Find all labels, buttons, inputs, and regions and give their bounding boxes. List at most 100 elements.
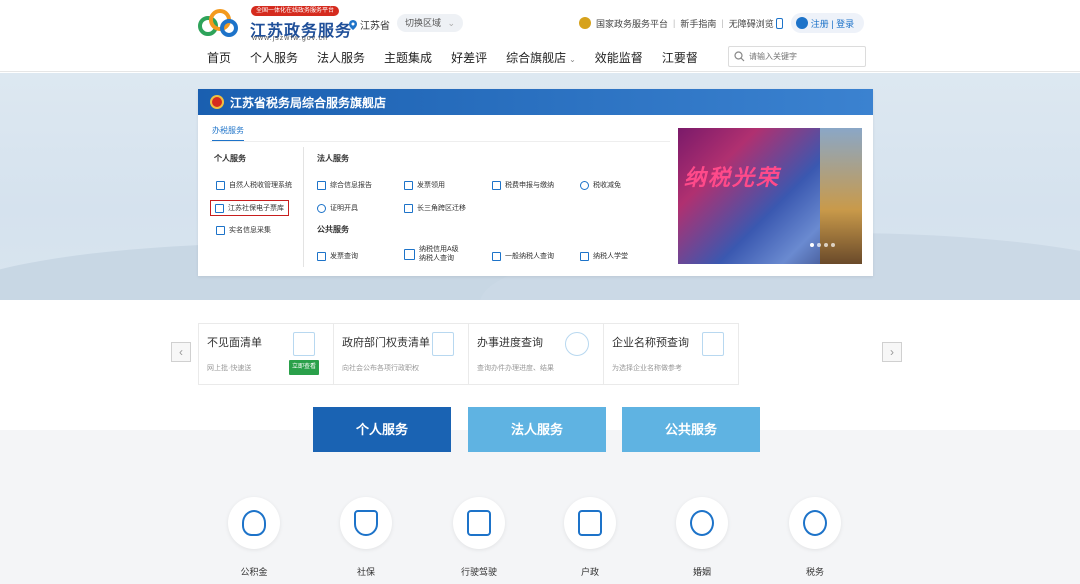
service-label: 综合信息报告	[330, 182, 372, 189]
national-platform-link[interactable]: 国家政务服务平台	[596, 17, 668, 30]
carousel-dot[interactable]	[824, 243, 828, 247]
service-label: 税收减免	[593, 182, 621, 189]
promo-carousel[interactable]: 纳税光荣	[678, 128, 862, 264]
national-emblem-icon	[579, 17, 591, 29]
shield-icon	[354, 510, 378, 536]
prev-arrow-button[interactable]: ‹	[171, 342, 191, 362]
nav-item-flagship[interactable]: 综合旗舰店 ⌄	[506, 49, 576, 66]
category-housing-fund[interactable]: 公积金	[224, 497, 284, 578]
category-label: 婚姻	[692, 567, 711, 577]
report-icon	[317, 180, 326, 190]
category-icon-wrap	[564, 497, 616, 549]
category-tax[interactable]: 税务	[785, 497, 845, 578]
checklist-icon	[293, 332, 315, 356]
service-link[interactable]: 纳税信用A级 纳税人查询	[404, 245, 459, 263]
category-marriage[interactable]: 婚姻	[672, 497, 732, 578]
service-link[interactable]: 纳税人学堂	[580, 251, 628, 261]
nav-item-personal[interactable]: 个人服务	[250, 49, 298, 66]
location-label: 江苏省	[360, 21, 390, 32]
document-icon	[216, 225, 225, 235]
category-label: 公积金	[240, 567, 268, 577]
service-label: 一般纳税人查询	[505, 253, 554, 260]
service-link[interactable]: 长三角跨区迁移	[404, 203, 466, 213]
tab-tax-service[interactable]: 办税服务	[212, 125, 244, 142]
service-label: 纳税人学堂	[593, 253, 628, 260]
search-input[interactable]	[749, 52, 859, 61]
nav-item-rating[interactable]: 好差评	[451, 49, 487, 66]
carousel-dot[interactable]	[817, 243, 821, 247]
divider	[210, 141, 670, 142]
switch-region-label: 切换区域	[405, 18, 442, 28]
tab-corporate-service[interactable]: 法人服务	[468, 407, 606, 452]
login-label: 注册 | 登录	[810, 18, 855, 29]
category-icon-wrap	[340, 497, 392, 549]
nav-item-theme[interactable]: 主题集成	[384, 49, 432, 66]
nav-item-corporate[interactable]: 法人服务	[317, 49, 365, 66]
category-social-security[interactable]: 社保	[336, 497, 396, 578]
divider: |	[721, 18, 724, 28]
money-bag-icon	[242, 510, 266, 536]
mobile-icon[interactable]	[775, 17, 783, 29]
reduction-icon	[580, 180, 589, 190]
category-household[interactable]: 户政	[560, 497, 620, 578]
next-arrow-button[interactable]: ›	[882, 342, 902, 362]
category-label: 户政	[580, 567, 599, 577]
quick-card-progress-query[interactable]: 办事进度查询 查询办件办理进度、结果	[468, 323, 604, 385]
service-link[interactable]: 税费申报与缴纳	[492, 180, 554, 190]
view-now-button[interactable]: 立即查看	[289, 360, 320, 375]
nav-item-jiangyaodu[interactable]: 江要督	[662, 49, 698, 66]
quick-card-no-meet-list[interactable]: 不见面清单 网上批·快速送 立即查看	[198, 323, 334, 385]
login-button[interactable]: 注册 | 登录	[790, 13, 865, 33]
building-icon	[404, 203, 413, 213]
declare-icon	[492, 180, 501, 190]
hearts-icon	[690, 510, 714, 536]
chevron-down-icon: ⌄	[569, 54, 576, 64]
quick-card-power-list[interactable]: 政府部门权责清单 向社会公布各项行政职权	[333, 323, 469, 385]
tab-personal-service[interactable]: 个人服务	[313, 407, 451, 452]
guide-link[interactable]: 新手指南	[680, 17, 716, 30]
service-link[interactable]: 实名信息采集	[216, 225, 271, 235]
service-link[interactable]: 税收减免	[580, 180, 621, 190]
service-link[interactable]: 发票查询	[317, 251, 358, 261]
nav-item-flagship-label: 综合旗舰店	[506, 50, 567, 65]
service-label: 自然人税收管理系统	[229, 182, 292, 189]
category-icon-wrap	[228, 497, 280, 549]
carousel-dot[interactable]	[831, 243, 835, 247]
carousel-dot[interactable]	[810, 243, 814, 247]
household-book-icon	[578, 510, 602, 536]
globe-icon	[317, 203, 326, 213]
service-link[interactable]: 证明开具	[317, 203, 358, 213]
quick-card-desc: 为选择企业名称做参考	[612, 365, 682, 372]
service-label: 长三角跨区迁移	[417, 205, 466, 212]
service-link[interactable]: 发票领用	[404, 180, 445, 190]
tab-public-service[interactable]: 公共服务	[622, 407, 760, 452]
service-link[interactable]: 自然人税收管理系统	[216, 180, 292, 190]
accessible-link[interactable]: 无障碍浏览	[729, 17, 774, 30]
corporate-section-title: 法人服务	[317, 154, 349, 163]
service-link[interactable]: 一般纳税人查询	[492, 251, 554, 261]
card-title: 江苏省税务局综合服务旗舰店	[230, 95, 387, 110]
chevron-down-icon: ⌄	[447, 18, 456, 28]
quick-card-name-precheck[interactable]: 企业名称预查询 为选择企业名称做参考	[603, 323, 739, 385]
service-label: 江苏社保电子票库	[228, 205, 284, 212]
tax-coin-icon	[803, 510, 827, 536]
nav-item-supervision[interactable]: 效能监督	[595, 49, 643, 66]
public-section-title: 公共服务	[317, 225, 349, 234]
category-icon-wrap	[453, 497, 505, 549]
switch-region-button[interactable]: 切换区域 ⌄	[397, 14, 464, 32]
site-logo-icon[interactable]	[198, 6, 238, 38]
carousel-dots	[810, 243, 835, 247]
category-driving[interactable]: 行驶驾驶	[449, 497, 509, 578]
invoice-search-icon	[317, 251, 326, 261]
card-header: 江苏省税务局综合服务旗舰店	[198, 89, 873, 115]
quick-card-title: 不见面清单	[207, 337, 262, 349]
search-box	[728, 46, 866, 67]
service-link[interactable]: 综合信息报告	[317, 180, 372, 190]
invoice-icon	[404, 180, 413, 190]
search-icon[interactable]	[734, 51, 745, 62]
nav-item-home[interactable]: 首页	[207, 49, 231, 66]
service-link-highlighted[interactable]: 江苏社保电子票库	[210, 200, 289, 216]
site-header: 全国一体化在线政务服务平台 江苏政务服务 www.jszwfw.gov.cn 江…	[0, 0, 1080, 72]
user-icon	[795, 17, 808, 29]
category-label: 行驶驾驶	[460, 567, 497, 577]
